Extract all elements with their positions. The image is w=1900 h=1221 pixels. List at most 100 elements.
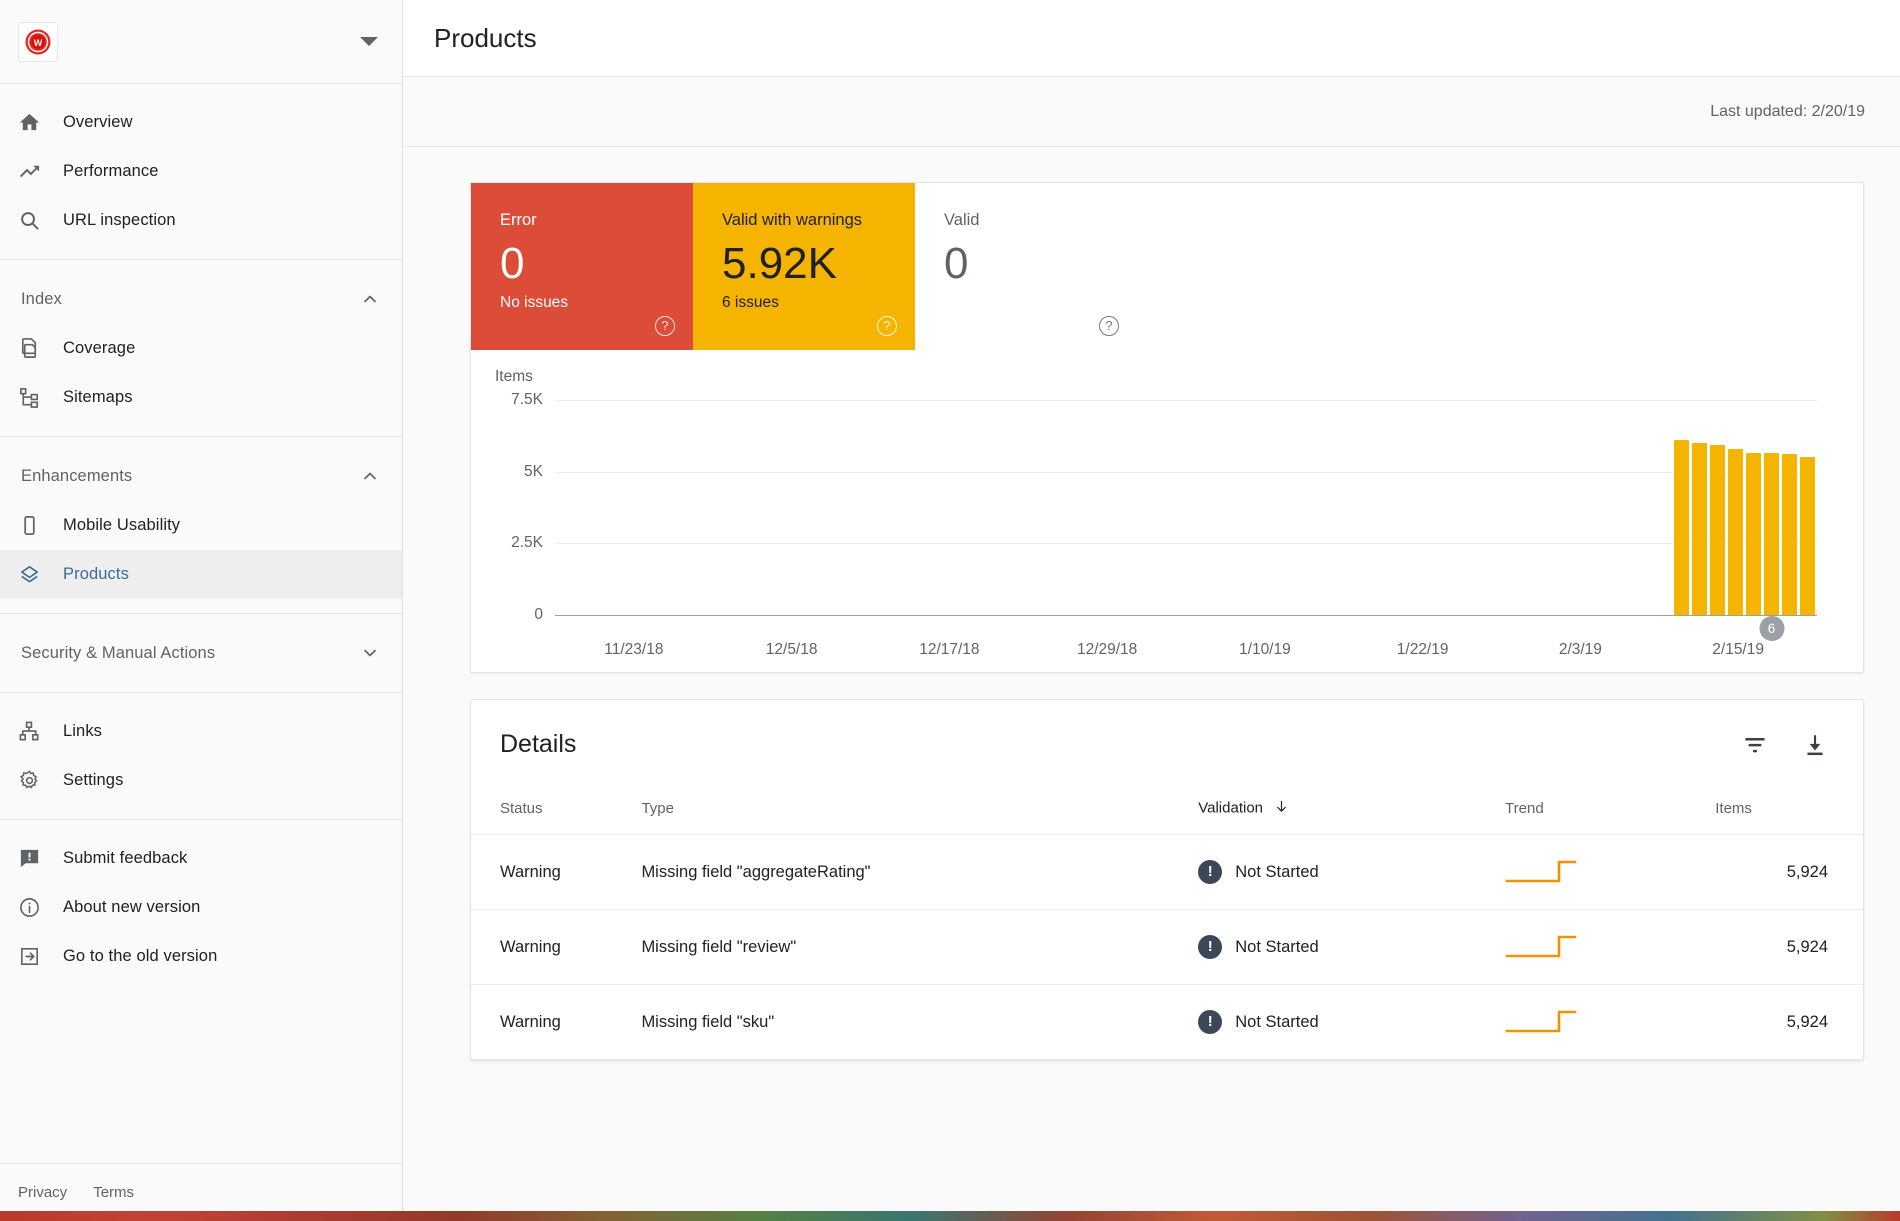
filter-icon[interactable] <box>1742 732 1768 758</box>
sidebar-item-go-to-old-version[interactable]: Go to the old version <box>0 932 402 981</box>
chart-issue-count-badge[interactable]: 6 <box>1759 616 1784 641</box>
exclamation-circle-icon: ! <box>1198 935 1222 959</box>
sidebar-item-overview[interactable]: Overview <box>0 98 402 147</box>
sidebar-item-label: Products <box>63 565 129 584</box>
cell-validation-label: Not Started <box>1235 938 1318 957</box>
sidebar-item-settings[interactable]: Settings <box>0 756 402 805</box>
table-row[interactable]: Warning Missing field "sku" ! Not Starte… <box>471 985 1863 1060</box>
chart-x-tick-label: 2/3/19 <box>1559 641 1602 659</box>
chart-x-tick-label: 12/29/18 <box>1077 641 1137 659</box>
column-header-validation-label: Validation <box>1198 799 1263 816</box>
sidebar-item-label: Overview <box>63 113 133 132</box>
chevron-up-icon[interactable] <box>360 466 380 486</box>
sidebar-item-links[interactable]: Links <box>0 707 402 756</box>
layers-icon <box>18 563 50 586</box>
chevron-down-icon[interactable] <box>360 643 380 663</box>
chart-bars <box>555 400 1817 615</box>
sidebar-item-label: Performance <box>63 162 159 181</box>
help-icon[interactable]: ? <box>877 316 897 336</box>
sidebar-item-url-inspection[interactable]: URL inspection <box>0 196 402 245</box>
sidebar-item-sitemaps[interactable]: Sitemaps <box>0 373 402 422</box>
details-table-head: Status Type Validation Trend Items <box>471 781 1863 835</box>
chart-x-axis: 11/23/1812/5/1812/17/1812/29/181/10/191/… <box>555 615 1817 671</box>
section-header-security-manual-actions[interactable]: Security & Manual Actions <box>0 628 402 678</box>
sidebar-item-products[interactable]: Products <box>0 550 402 599</box>
chart-plot-area: 02.5K5K7.5K <box>555 400 1817 615</box>
status-tile-valid-with-warnings[interactable]: Valid with warnings 5.92K 6 issues ? <box>693 183 915 350</box>
status-tile-subtext: No issues <box>500 294 669 312</box>
arrow-down-icon <box>1274 799 1289 818</box>
status-row-filler <box>1137 183 1863 350</box>
chart-bar[interactable] <box>1710 445 1725 615</box>
status-tile-valid[interactable]: Valid 0 ? <box>915 183 1137 350</box>
table-row[interactable]: Warning Missing field "aggregateRating" … <box>471 835 1863 910</box>
sidebar-item-about-new-version[interactable]: About new version <box>0 883 402 932</box>
index-section: Index Coverage Sitemaps <box>0 260 402 437</box>
sitemap-icon <box>18 386 50 409</box>
home-icon <box>18 111 50 134</box>
download-icon[interactable] <box>1802 732 1828 758</box>
content-area: Error 0 No issues ? Valid with warnings … <box>403 147 1900 1221</box>
cell-items: 5,924 <box>1715 835 1863 910</box>
sidebar-item-submit-feedback[interactable]: Submit feedback <box>0 834 402 883</box>
copy-pages-icon <box>18 337 50 360</box>
sidebar-item-label: Settings <box>63 771 123 790</box>
cell-type: Missing field "sku" <box>641 985 1198 1060</box>
chart-bar[interactable] <box>1728 449 1743 615</box>
column-header-type[interactable]: Type <box>641 781 1198 835</box>
gear-icon <box>18 769 50 792</box>
details-header: Details <box>471 700 1863 781</box>
links-tree-icon <box>18 720 50 743</box>
cell-items: 5,924 <box>1715 985 1863 1060</box>
cell-validation-label: Not Started <box>1235 863 1318 882</box>
page-title: Products <box>434 23 537 54</box>
chevron-up-icon[interactable] <box>360 289 380 309</box>
section-header-enhancements[interactable]: Enhancements <box>0 451 402 501</box>
mobile-phone-icon <box>18 514 50 537</box>
sidebar-item-coverage[interactable]: Coverage <box>0 324 402 373</box>
column-header-validation[interactable]: Validation <box>1198 781 1505 835</box>
utility-nav-group: Links Settings <box>0 693 402 820</box>
sidebar: W Overview Performance <box>0 0 403 1221</box>
cell-validation-label: Not Started <box>1235 1013 1318 1032</box>
chart-bar[interactable] <box>1800 457 1815 615</box>
status-tile-label: Valid <box>944 211 1113 230</box>
details-table: Status Type Validation Trend Items <box>471 781 1863 1060</box>
sidebar-item-performance[interactable]: Performance <box>0 147 402 196</box>
sidebar-item-mobile-usability[interactable]: Mobile Usability <box>0 501 402 550</box>
cell-status: Warning <box>471 835 641 910</box>
cell-type: Missing field "review" <box>641 910 1198 985</box>
details-table-body: Warning Missing field "aggregateRating" … <box>471 835 1863 1060</box>
section-header-index[interactable]: Index <box>0 274 402 324</box>
property-selector[interactable]: W <box>0 0 402 84</box>
chart-bar[interactable] <box>1674 440 1689 615</box>
column-header-items[interactable]: Items <box>1715 781 1863 835</box>
cell-trend <box>1505 910 1715 985</box>
search-icon <box>18 209 50 232</box>
chart-y-axis-title: Items <box>495 368 533 386</box>
status-tile-value: 5.92K <box>722 240 891 288</box>
terms-link[interactable]: Terms <box>93 1184 134 1201</box>
status-tile-value: 0 <box>944 240 1113 288</box>
chart-x-tick-label: 1/22/19 <box>1397 641 1449 659</box>
cell-status: Warning <box>471 985 641 1060</box>
status-tile-error[interactable]: Error 0 No issues ? <box>471 183 693 350</box>
privacy-link[interactable]: Privacy <box>18 1184 67 1201</box>
chart-bar[interactable] <box>1746 453 1761 615</box>
chart-bar[interactable] <box>1782 454 1797 615</box>
status-summary-card: Error 0 No issues ? Valid with warnings … <box>470 182 1864 673</box>
help-icon[interactable]: ? <box>1099 316 1119 336</box>
chart-bar[interactable] <box>1692 443 1707 615</box>
chevron-down-icon[interactable] <box>360 37 378 46</box>
table-row[interactable]: Warning Missing field "review" ! Not Sta… <box>471 910 1863 985</box>
help-icon[interactable]: ? <box>655 316 675 336</box>
feedback-icon <box>18 847 50 870</box>
step-up-trend-icon <box>1505 859 1587 885</box>
step-up-trend-icon <box>1505 1009 1587 1035</box>
security-section: Security & Manual Actions <box>0 614 402 693</box>
chart-bar[interactable] <box>1764 453 1779 615</box>
status-tiles-row: Error 0 No issues ? Valid with warnings … <box>471 183 1863 350</box>
search-console-app: W Overview Performance <box>0 0 1900 1221</box>
column-header-status[interactable]: Status <box>471 781 641 835</box>
column-header-trend[interactable]: Trend <box>1505 781 1715 835</box>
